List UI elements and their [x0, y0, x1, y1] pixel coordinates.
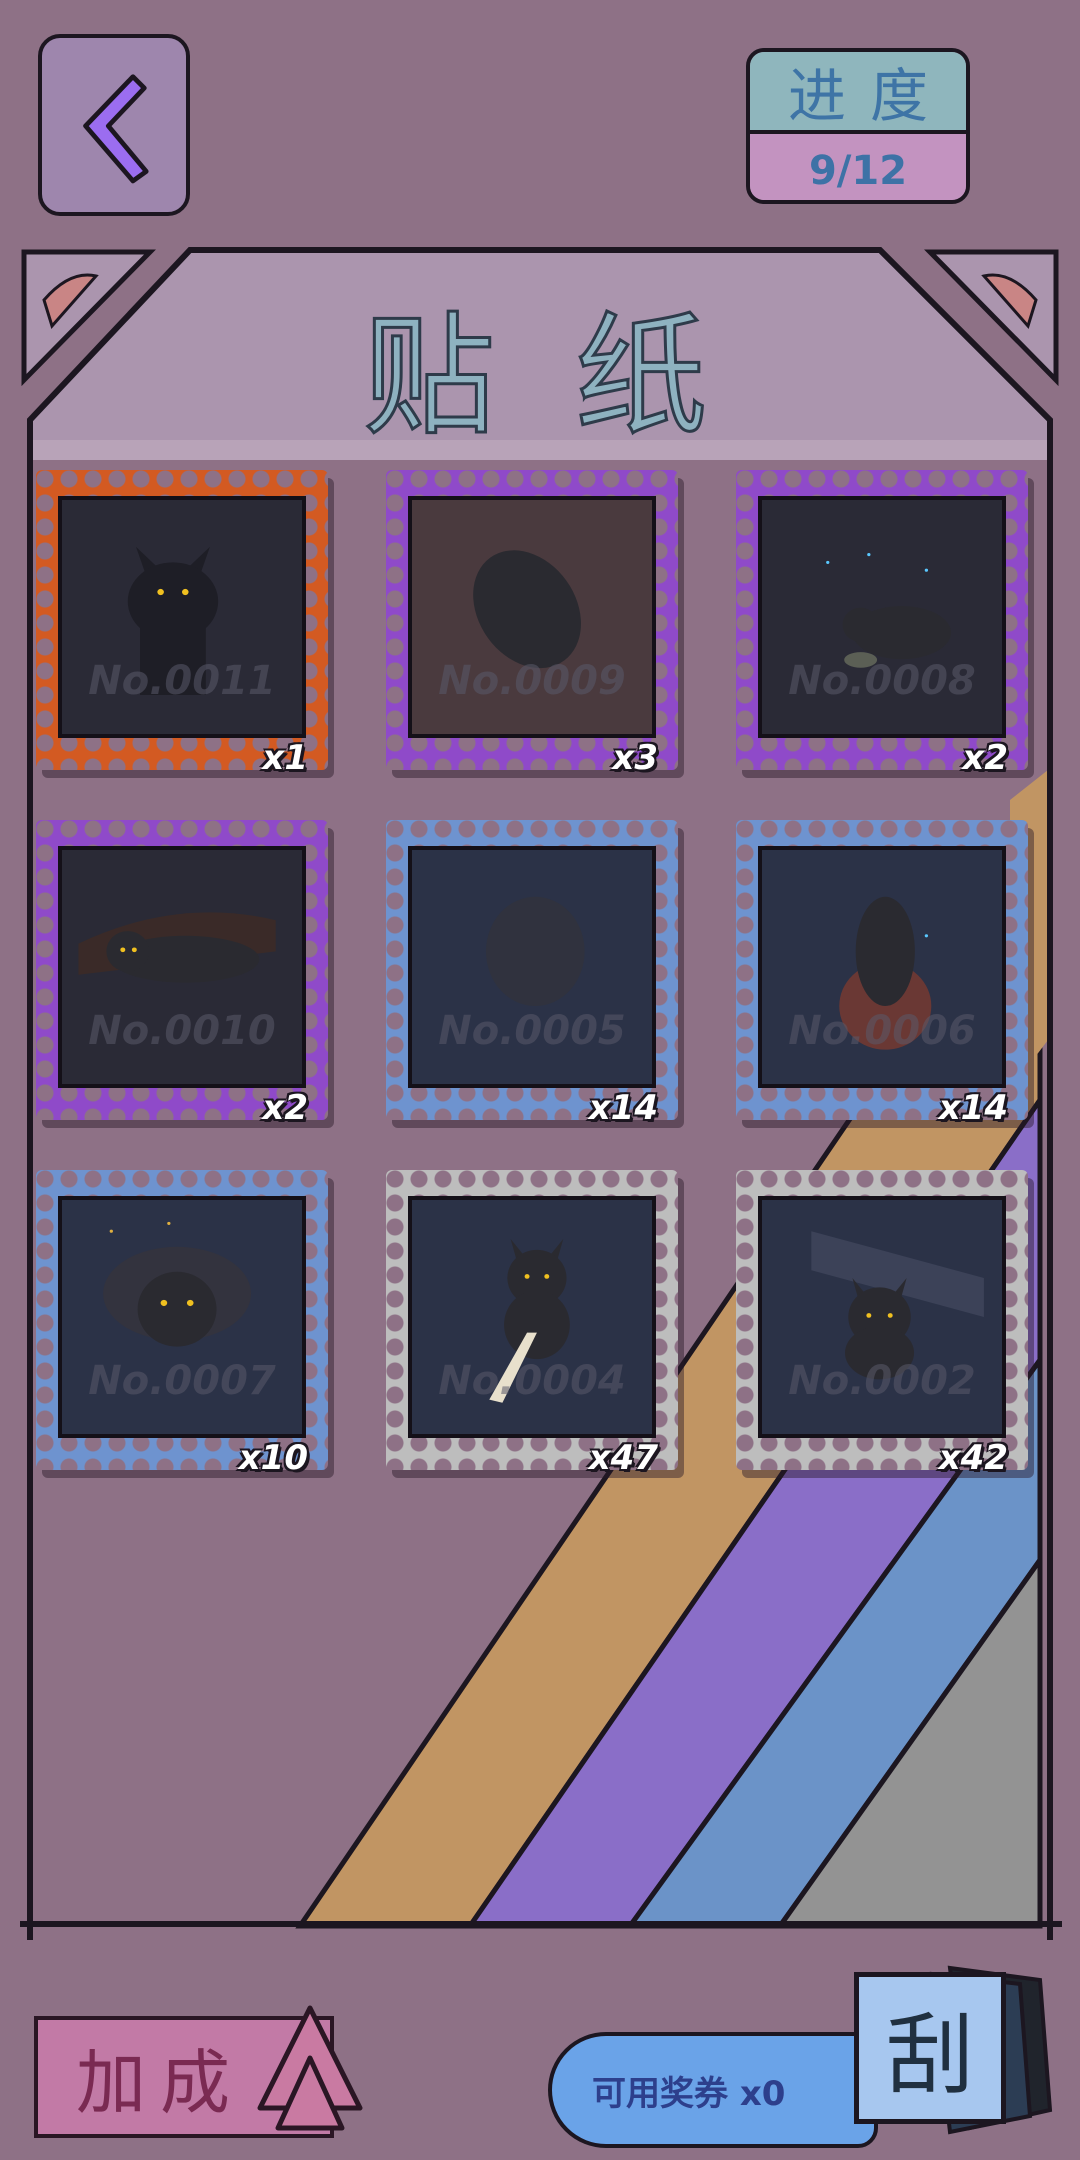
sticker-count: x3: [612, 738, 658, 778]
back-button[interactable]: [38, 34, 190, 216]
sticker-count: x42: [938, 1438, 1008, 1478]
sticker-card[interactable]: No.0002 x42: [736, 1170, 1028, 1478]
scratch-card-stack[interactable]: 刮: [840, 1960, 1060, 2140]
sticker-card[interactable]: No.0008 x2: [736, 470, 1028, 778]
sticker-count: x2: [262, 1088, 308, 1128]
sticker-artwork: No.0009: [408, 496, 656, 738]
sticker-card[interactable]: No.0004 x47: [386, 1170, 678, 1478]
sticker-number: No.0004: [438, 1358, 626, 1404]
page-title: 贴纸: [362, 299, 787, 456]
coupon-count: 可用奖券 x0: [548, 2032, 878, 2148]
sticker-number: No.0002: [788, 1358, 976, 1404]
sticker-count: x10: [238, 1438, 308, 1478]
sticker-number: No.0005: [438, 1008, 626, 1054]
sticker-artwork: No.0007: [58, 1196, 306, 1438]
sticker-card[interactable]: No.0005 x14: [386, 820, 678, 1128]
sticker-card[interactable]: No.0006 x14: [736, 820, 1028, 1128]
sticker-count: x14: [588, 1088, 658, 1128]
progress-indicator: 进度 9/12: [746, 48, 970, 204]
sticker-number: No.0008: [788, 658, 976, 704]
sticker-count: x1: [262, 738, 308, 778]
sticker-artwork: No.0011: [58, 496, 306, 738]
sticker-card[interactable]: No.0011 x1: [36, 470, 328, 778]
sticker-card[interactable]: No.0007 x10: [36, 1170, 328, 1478]
sticker-artwork: No.0004: [408, 1196, 656, 1438]
sticker-number: No.0009: [438, 658, 626, 704]
sticker-card[interactable]: No.0009 x3: [386, 470, 678, 778]
sticker-artwork: No.0010: [58, 846, 306, 1088]
arrow-up-icon: [257, 2005, 363, 2131]
sticker-artwork: No.0002: [758, 1196, 1006, 1438]
progress-label: 进度: [750, 52, 966, 134]
sticker-number: No.0011: [88, 658, 276, 704]
sticker-artwork: No.0006: [758, 846, 1006, 1088]
sticker-artwork: No.0005: [408, 846, 656, 1088]
sticker-count: x14: [938, 1088, 1008, 1128]
sticker-artwork: No.0008: [758, 496, 1006, 738]
scratch-button[interactable]: 刮: [854, 1972, 1006, 2124]
sticker-card[interactable]: No.0010 x2: [36, 820, 328, 1128]
sticker-number: No.0010: [88, 1008, 276, 1054]
progress-value: 9/12: [750, 134, 966, 200]
sticker-number: No.0006: [788, 1008, 976, 1054]
sticker-count: x2: [962, 738, 1008, 778]
sticker-count: x47: [588, 1438, 658, 1478]
chevron-left-icon: [83, 74, 149, 184]
sticker-number: No.0007: [88, 1358, 276, 1404]
